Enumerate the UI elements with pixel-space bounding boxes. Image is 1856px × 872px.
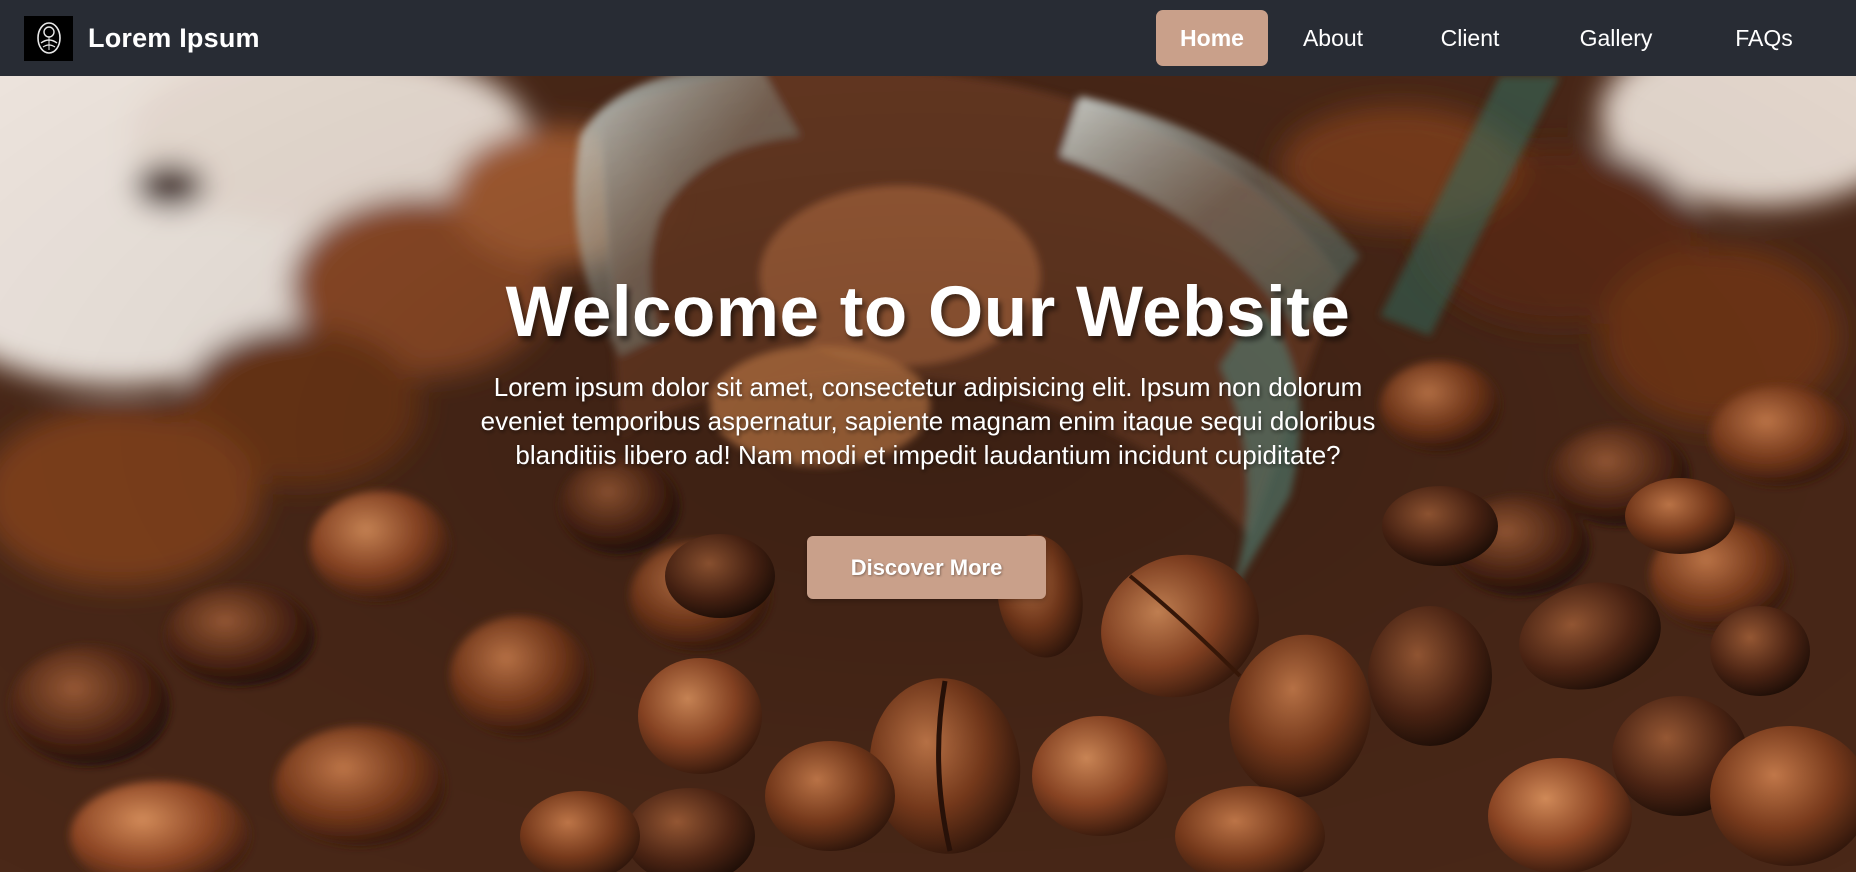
hero-content: Welcome to Our Website Lorem ipsum dolor… bbox=[0, 76, 1856, 872]
hero-section: Welcome to Our Website Lorem ipsum dolor… bbox=[0, 76, 1856, 872]
nav-link-about[interactable]: About bbox=[1277, 10, 1389, 66]
brand-title[interactable]: Lorem Ipsum bbox=[88, 23, 260, 54]
top-navbar: Lorem Ipsum Home About Client Gallery FA… bbox=[0, 0, 1856, 76]
nav-link-gallery[interactable]: Gallery bbox=[1554, 10, 1678, 66]
hero-title: Welcome to Our Website bbox=[505, 273, 1351, 352]
brand[interactable]: Lorem Ipsum bbox=[24, 15, 260, 61]
brand-logo-icon[interactable] bbox=[24, 15, 73, 61]
nav-link-faqs[interactable]: FAQs bbox=[1708, 10, 1820, 66]
nav-link-home[interactable]: Home bbox=[1156, 10, 1268, 66]
hero-description: Lorem ipsum dolor sit amet, consectetur … bbox=[480, 372, 1376, 470]
discover-more-button[interactable]: Discover More bbox=[807, 536, 1046, 599]
nav-link-client[interactable]: Client bbox=[1414, 10, 1526, 66]
